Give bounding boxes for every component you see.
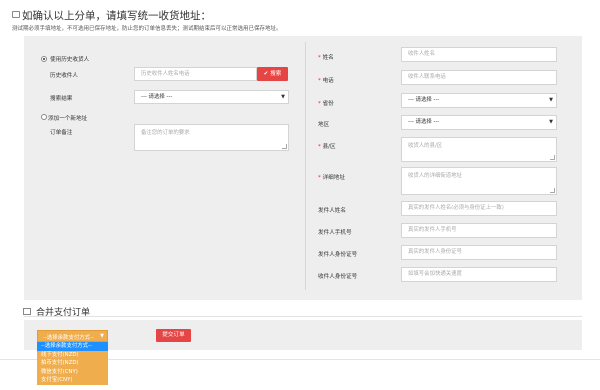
use-history-label: 使用历史收货人 [50,57,90,63]
district-label: 地区 [318,122,330,128]
address-placeholder: 收货人的详细街道地址 [408,173,462,179]
payment-method-value: --选择余款支付方式-- [43,335,94,341]
section-divider [24,316,582,317]
sender-name-label: 发件人姓名 [318,208,346,214]
history-receiver-label: 历史收件人 [50,73,78,79]
order-note-label: 订单备注 [50,130,73,136]
resize-grip-icon [282,144,287,149]
history-search-input[interactable]: 历史收件人姓名电话 [134,67,257,81]
search-result-label: 搜索结果 [50,96,73,102]
payment-option[interactable]: 微信支付(CNY) [37,368,108,377]
search-result-select[interactable]: --- 请选择 --- ▼ [134,90,289,104]
province-value: --- 请选择 --- [408,97,440,103]
search-result-value: --- 请选择 --- [141,94,173,100]
county-label: * 县/区 [318,144,336,150]
name-label: * 姓名 [318,55,334,61]
phone-input[interactable]: 收件人联系电话 [401,70,557,85]
receiver-id-label: 收件人身份证号 [318,274,358,280]
panel-divider [305,42,306,290]
phone-label: * 电话 [318,78,334,84]
page-subtitle: 测试期必须手填地址，不可选用已保存地址，防止您的订单信息丢失；测试期结束后可以正… [12,26,282,32]
province-select[interactable]: --- 请选择 --- ▼ [401,93,557,108]
page-title: 如确认以上分单，请填写统一收货地址： [22,10,211,22]
payment-option[interactable]: 线下支付(NZD) [37,351,108,360]
dropdown-arrow-icon: ▼ [549,97,553,103]
county-textarea[interactable]: 收货人的县/区 [401,137,557,162]
name-input[interactable]: 收件人姓名 [401,47,557,62]
dropdown-arrow-icon: ▼ [549,119,553,125]
sender-phone-label: 发件人手机号 [318,230,352,236]
sender-id-input[interactable]: 真实的发件人身份证号 [401,245,557,260]
submit-order-button[interactable]: 提交订单 [156,329,191,342]
district-value: --- 请选择 --- [408,119,440,125]
order-note-placeholder: 备注您的订单的要求 [141,130,190,136]
resize-grip-icon [550,155,555,160]
receiver-id-input[interactable]: 如填写会加快通关速度 [401,267,557,282]
dropdown-arrow-icon: ▼ [100,333,104,339]
sender-id-label: 发件人身份证号 [318,252,358,258]
payment-method-dropdown: --选择余款支付方式-- 线下支付(NZD) 拍币支付(NZD) 微信支付(CN… [37,342,108,385]
payment-option[interactable]: 拍币支付(NZD) [37,359,108,368]
search-button[interactable]: ✔ 搜索 [257,67,288,81]
add-new-address-radio[interactable] [41,114,47,120]
district-select[interactable]: --- 请选择 --- ▼ [401,115,557,130]
order-note-textarea[interactable]: 备注您的订单的要求 [134,124,289,151]
section-icon [12,11,20,18]
dropdown-arrow-icon: ▼ [281,94,285,100]
check-icon: ✔ [263,71,269,77]
payment-method-select[interactable]: --选择余款支付方式-- ▼ [37,330,108,342]
payment-option[interactable]: 支付宝(CNY) [37,376,108,385]
section-icon [23,308,31,315]
payment-option[interactable]: --选择余款支付方式-- [37,342,108,351]
sender-phone-input[interactable]: 真实的发件人手机号 [401,223,557,238]
add-new-address-label: 添加一个新地址 [48,116,88,122]
use-history-radio[interactable] [41,56,47,62]
address-textarea[interactable]: 收货人的详细街道地址 [401,167,557,195]
sender-name-input[interactable]: 真实的发件人姓名(必须与身份证上一致) [401,201,557,216]
address-label: * 详细地址 [318,175,345,181]
province-label: * 省份 [318,101,334,107]
resize-grip-icon [550,188,555,193]
search-button-label: 搜索 [270,71,282,77]
county-placeholder: 收货人的县/区 [408,143,443,149]
